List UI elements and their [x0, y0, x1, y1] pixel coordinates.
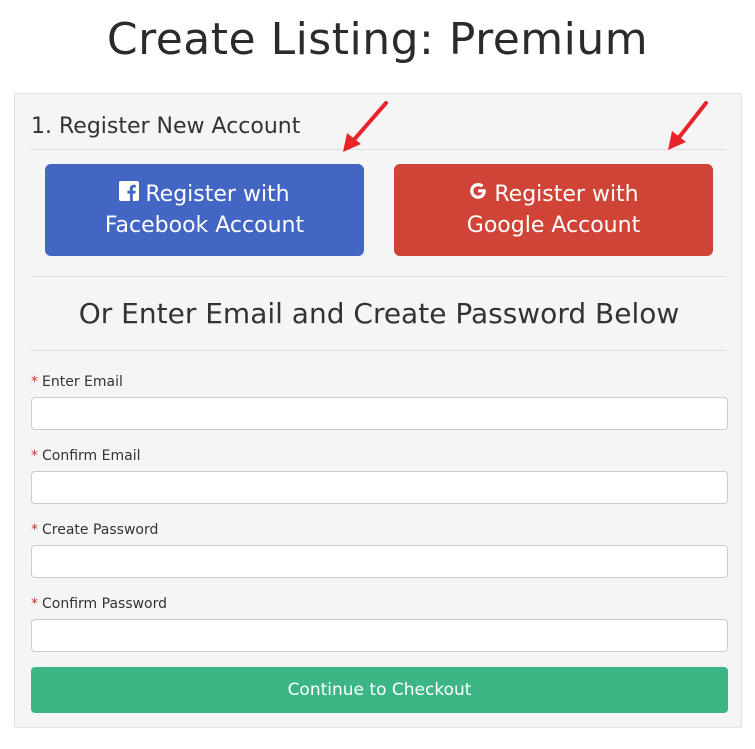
- divider: [31, 350, 727, 351]
- required-marker: *: [31, 448, 38, 464]
- create-password-label: * Create Password: [31, 522, 159, 538]
- register-panel: 1. Register New Account Register with Fa…: [14, 93, 742, 728]
- register-google-button[interactable]: Register with Google Account: [394, 164, 713, 256]
- continue-to-checkout-button[interactable]: Continue to Checkout: [31, 667, 728, 713]
- page-title: Create Listing: Premium: [106, 14, 649, 65]
- confirm-password-field[interactable]: [31, 619, 728, 652]
- google-button-label-line1: Register with: [494, 182, 639, 207]
- section-heading: 1. Register New Account: [31, 114, 301, 139]
- required-marker: *: [31, 596, 38, 612]
- annotation-arrow-icon: [343, 101, 388, 152]
- google-icon: [468, 179, 488, 210]
- or-heading: Or Enter Email and Create Password Below: [78, 297, 680, 330]
- facebook-button-label-line2: Facebook Account: [104, 213, 305, 238]
- confirm-email-field[interactable]: [31, 471, 728, 504]
- confirm-email-label: * Confirm Email: [31, 448, 141, 464]
- confirm-password-label: * Confirm Password: [31, 596, 168, 612]
- create-password-field[interactable]: [31, 545, 728, 578]
- required-marker: *: [31, 522, 38, 538]
- register-facebook-button[interactable]: Register with Facebook Account: [45, 164, 364, 256]
- facebook-icon: [119, 179, 140, 210]
- enter-email-field[interactable]: [31, 397, 728, 430]
- required-marker: *: [31, 374, 38, 390]
- annotation-arrow-icon: [668, 101, 708, 150]
- enter-email-label: * Enter Email: [31, 374, 123, 390]
- divider: [31, 276, 727, 277]
- google-button-label-line2: Google Account: [466, 213, 641, 238]
- facebook-button-label-line1: Register with: [145, 182, 290, 207]
